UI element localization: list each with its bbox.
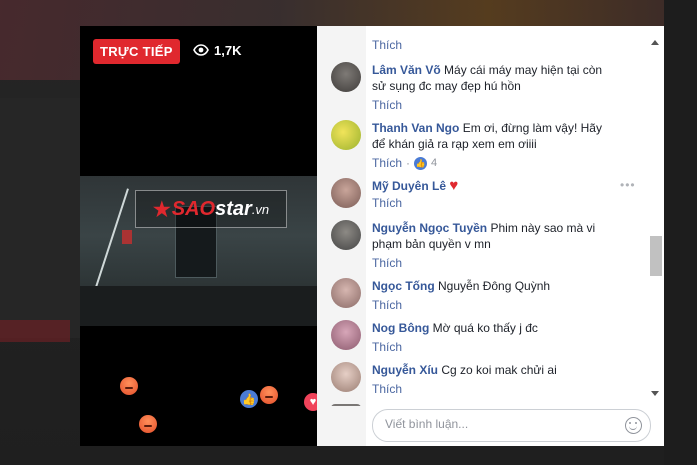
- emoji-icon[interactable]: [625, 417, 642, 434]
- scroll-down-icon[interactable]: [651, 391, 659, 396]
- like-link[interactable]: Thích: [372, 98, 607, 112]
- angry-reaction-icon: [139, 415, 157, 433]
- reaction-count[interactable]: 4: [431, 157, 437, 169]
- comments-panel: Thích Lâm Văn Võ Máy cái máy may hiện tạ…: [317, 26, 664, 446]
- view-count: 1,7K: [193, 42, 241, 58]
- like-label[interactable]: Thích: [372, 98, 402, 112]
- separator-dot: ·: [406, 156, 411, 170]
- scroll-up-icon[interactable]: [651, 40, 659, 45]
- comment-content: Ngọc Tống Nguyễn Đông Quỳnh: [372, 278, 607, 294]
- scrollbar-thumb[interactable]: [650, 236, 662, 276]
- commenter-name[interactable]: Ngọc Tống: [372, 279, 435, 293]
- comment-text: Mờ quá ko thấy j đc: [432, 321, 538, 335]
- commenter-name[interactable]: Mỹ Duyên Lê: [372, 179, 446, 193]
- comment-input[interactable]: [383, 416, 617, 432]
- view-count-value: 1,7K: [214, 42, 242, 58]
- video-scene-floor: [80, 286, 317, 326]
- like-label[interactable]: Thích: [372, 298, 402, 312]
- angry-reaction-icon: [260, 386, 278, 404]
- avatar[interactable]: [331, 320, 361, 350]
- video-scene-lamp: [122, 230, 132, 244]
- comment-body: Ngọc Tống Nguyễn Đông Quỳnh Thích: [372, 278, 607, 312]
- like-link[interactable]: Thích: [372, 256, 607, 270]
- comment-body: Mỹ Duyên Lê ♥ Thích: [372, 178, 607, 211]
- like-label[interactable]: Thích: [372, 256, 402, 270]
- comment-content: Thanh Van Ngo Em ơi, đừng làm vậy! Hãy đ…: [372, 120, 607, 152]
- comment-content: Nguyễn Ngọc Tuyền Phim này sao mà vi phạ…: [372, 220, 607, 252]
- background-live-badge: [0, 320, 70, 342]
- like-link[interactable]: Thích: [372, 382, 607, 396]
- avatar[interactable]: [331, 362, 361, 392]
- avatar[interactable]: [331, 120, 361, 150]
- avatar[interactable]: [331, 404, 361, 406]
- live-badge: TRỰC TIẾP: [93, 39, 180, 64]
- watermark-brand-red: SAO: [171, 197, 216, 220]
- like-count-icon: 👍: [414, 156, 428, 170]
- comment-content: Lâm Văn Võ Máy cái máy may hiện tại còn …: [372, 62, 607, 94]
- like-row: Thích · 👍 4: [372, 156, 607, 170]
- commenter-name[interactable]: Nguyễn Xíu: [372, 363, 438, 377]
- avatar[interactable]: [331, 220, 361, 250]
- heart-reaction-icon: ♥: [304, 393, 317, 411]
- avatar[interactable]: [331, 278, 361, 308]
- like-reaction-icon: 👍: [240, 390, 258, 408]
- heart-emoji-icon: ♥: [449, 177, 459, 194]
- comment-text: Nguyễn Đông Quỳnh: [438, 279, 551, 293]
- live-video-player[interactable]: TRỰC TIẾP 1,7K 👍 ♥: [80, 26, 317, 446]
- comment-content: Mỹ Duyên Lê ♥: [372, 178, 607, 194]
- like-link[interactable]: Thích: [372, 38, 607, 52]
- comment-content: Nog Bông Mờ quá ko thấy j đc: [372, 320, 607, 336]
- avatar[interactable]: [331, 62, 361, 92]
- star-logo-icon: ★: [152, 198, 171, 221]
- comment-content: Nguyễn Xíu Cg zo koi mak chửi ai: [372, 362, 607, 378]
- commenter-name[interactable]: Nguyễn Ngọc Tuyền: [372, 221, 487, 235]
- commenter-name[interactable]: Nog Bông: [372, 321, 429, 335]
- comments-list[interactable]: Thích Lâm Văn Võ Máy cái máy may hiện tạ…: [317, 26, 664, 406]
- comment-body: Lâm Văn Võ Máy cái máy may hiện tại còn …: [372, 62, 607, 112]
- like-label[interactable]: Thích: [372, 196, 402, 210]
- watermark-brand-white: star: [215, 197, 252, 220]
- angry-reaction-icon: [120, 377, 138, 395]
- like-label[interactable]: Thích: [372, 340, 402, 354]
- avatar[interactable]: [331, 178, 361, 208]
- like-link[interactable]: Thích: [372, 196, 607, 210]
- saostar-watermark-logo: ★ SAO star .vn: [135, 190, 287, 228]
- commenter-name[interactable]: Lâm Văn Võ: [372, 63, 441, 77]
- comments-scrollbar[interactable]: [648, 36, 664, 406]
- comment-text: Cg zo koi mak chửi ai: [441, 363, 557, 377]
- background-sidebar: [0, 98, 80, 338]
- eye-icon: [193, 44, 209, 56]
- comment-body: Thanh Van Ngo Em ơi, đừng làm vậy! Hãy đ…: [372, 120, 607, 170]
- comment-body: Nog Bông Mờ quá ko thấy j đc Thích: [372, 320, 607, 354]
- background-edge: [664, 0, 697, 465]
- comment-input-box[interactable]: [372, 409, 651, 442]
- comment-body: Thích: [372, 38, 607, 52]
- commenter-name[interactable]: Thanh Van Ngo: [372, 121, 459, 135]
- more-options-icon[interactable]: •••: [620, 178, 636, 192]
- like-label[interactable]: Thích: [372, 382, 402, 396]
- like-link[interactable]: Thích: [372, 340, 607, 354]
- comment-body: Nguyễn Ngọc Tuyền Phim này sao mà vi phạ…: [372, 220, 607, 270]
- watermark-domain: .vn: [251, 201, 270, 217]
- like-link[interactable]: Thích: [372, 298, 607, 312]
- comment-body: Nguyễn Xíu Cg zo koi mak chửi ai Thích: [372, 362, 607, 396]
- like-link[interactable]: Thích: [372, 156, 402, 170]
